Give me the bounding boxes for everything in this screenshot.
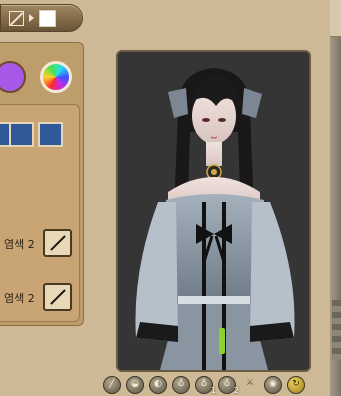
dye-bottle-2-icon[interactable]: ♁ 2 [218,376,239,395]
color-toolbar [0,4,83,32]
remove-dye-icon [50,289,66,305]
dye-channel-number: 1 [210,386,216,395]
character-preview[interactable] [116,50,311,372]
sheathe-icon[interactable]: ⚔ [241,376,259,394]
eyedropper-icon[interactable] [9,10,24,26]
dye-channel-number: 2 [233,386,239,395]
dye-slot-row-2: 염색 2 [0,283,72,313]
window-edge [330,0,341,396]
selected-color-swatch[interactable] [39,9,56,27]
remove-dye-button[interactable] [43,283,72,311]
dye-slot-label: 염색 2 [4,292,35,305]
preview-controls: ╱ ◒ ◐ ♁ ♁ 1 ♁ 2 ⚔ ◉ ↻ [103,374,329,396]
arrow-right-icon [29,14,34,22]
eye-icon[interactable]: ◉ [264,376,282,394]
visor-icon[interactable]: ◐ [149,376,167,394]
dye-bottle-glyph: ♁ [200,379,208,389]
window-edge-tile [332,300,341,360]
dye-slot-row-1: 염색 2 [0,229,72,259]
character-model [118,52,309,370]
color-picker-rainbow-button[interactable] [40,61,72,93]
window-edge-notch [330,0,341,37]
hat-glyph: ◒ [131,379,139,389]
dye-bottle-icon[interactable]: ♁ [172,376,190,394]
color-square-3[interactable] [38,122,63,147]
remove-dye-icon [50,235,66,251]
sheathe-glyph: ⚔ [245,378,255,388]
dye-slot-label: 염색 2 [4,238,35,251]
dye-bottle-glyph: ♁ [177,379,185,389]
hat-icon[interactable]: ◒ [126,376,144,394]
remove-glyph: ╱ [109,379,115,389]
dye-bottle-glyph: ♁ [223,379,231,389]
visor-glyph: ◐ [154,379,162,389]
eye-glyph: ◉ [269,379,277,389]
color-square-2[interactable] [9,122,34,147]
dye-bottle-1-icon[interactable]: ♁ 1 [195,376,216,395]
remove-dye-button[interactable] [43,229,72,257]
reset-glyph: ↻ [292,379,300,389]
remove-icon[interactable]: ╱ [103,376,121,394]
reset-icon[interactable]: ↻ [287,376,305,394]
